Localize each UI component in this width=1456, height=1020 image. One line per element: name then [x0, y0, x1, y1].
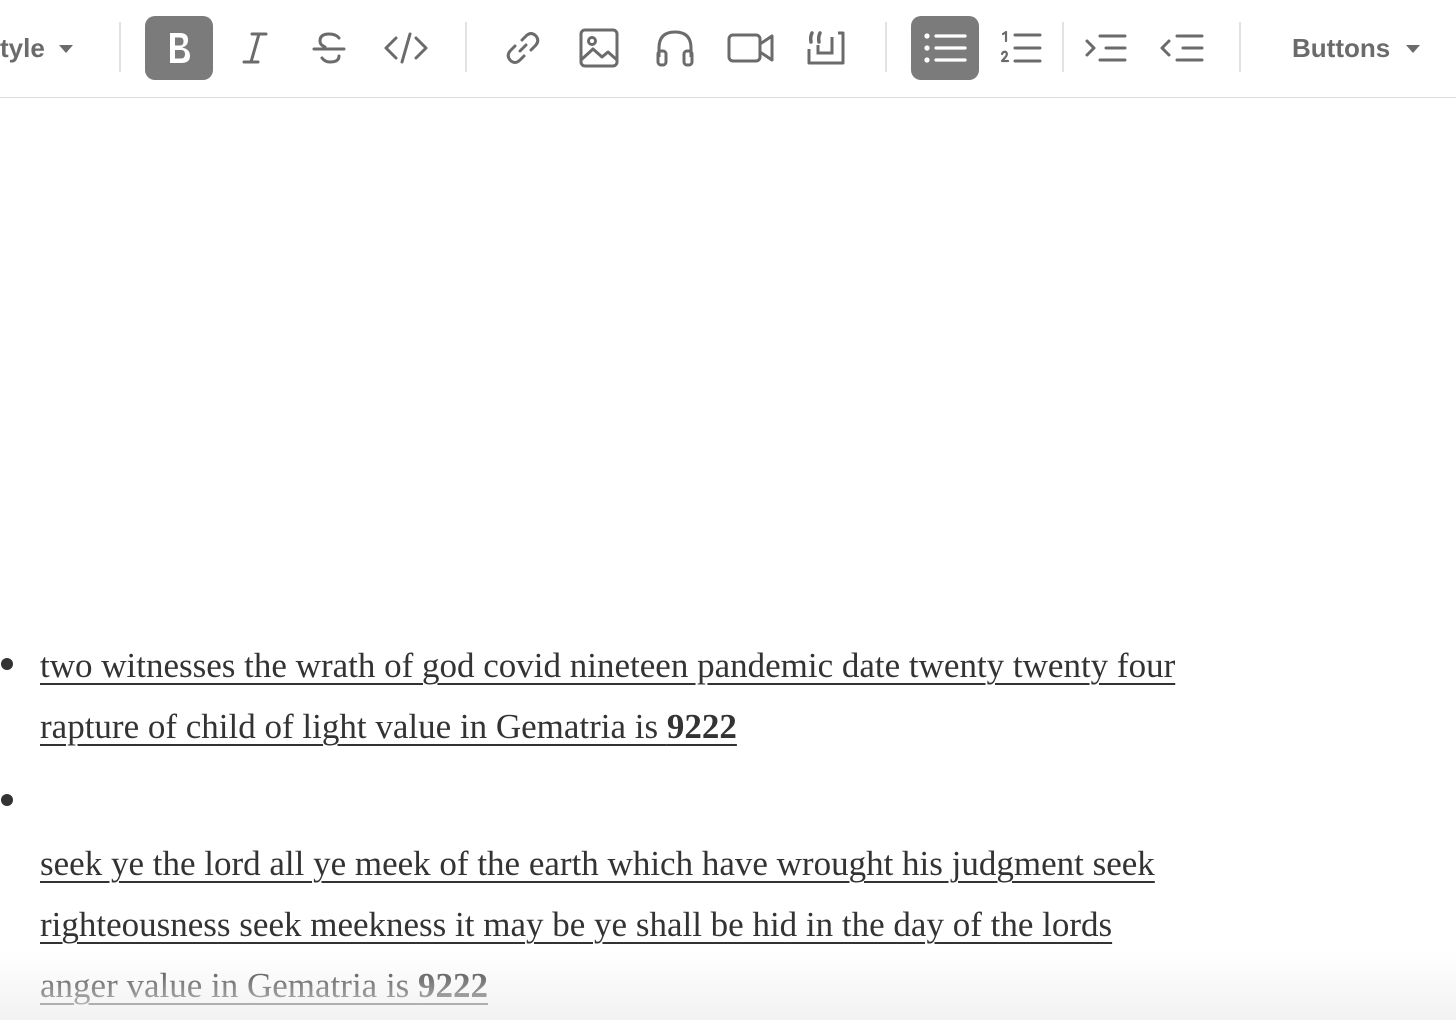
strikethrough-icon	[312, 32, 346, 64]
list-item-text: rapture of child of light value in Gemat…	[40, 707, 667, 746]
bullet-list-icon	[924, 33, 967, 63]
headphones-icon	[656, 30, 694, 67]
audio-button[interactable]	[641, 16, 709, 80]
image-button[interactable]	[565, 16, 633, 80]
toolbar-divider	[1062, 22, 1064, 72]
code-button[interactable]	[372, 16, 440, 80]
list-item[interactable]: two witnesses the wrath of god covid nin…	[40, 635, 1175, 757]
toolbar-divider	[465, 22, 467, 72]
chevron-down-icon	[1406, 45, 1421, 53]
buttons-dropdown-label: Buttons	[1292, 32, 1391, 63]
indent-button[interactable]	[1072, 16, 1140, 80]
bullet-list-button[interactable]	[911, 16, 979, 80]
link-button[interactable]	[489, 16, 557, 80]
link-icon	[506, 32, 540, 64]
list-bullet	[1, 658, 13, 670]
code-icon	[384, 32, 428, 64]
list-item[interactable]: seek ye the lord all ye meek of the eart…	[40, 833, 1155, 1016]
pullquote-button[interactable]	[792, 16, 860, 80]
toolbar-divider	[1239, 22, 1241, 72]
video-button[interactable]	[717, 16, 785, 80]
numbered-list-icon	[1000, 30, 1042, 63]
list-item-text: righteousness seek meekness it may be ye…	[40, 905, 1113, 944]
list-bullet	[1, 794, 13, 806]
text-style-dropdown[interactable]: tyle	[0, 30, 73, 66]
quote-icon	[807, 31, 845, 65]
list-item-text: seek ye the lord all ye meek of the eart…	[40, 844, 1155, 883]
list-item-text: anger value in Gematria is	[40, 966, 419, 1005]
video-icon	[727, 33, 774, 63]
gematria-value: 9222	[418, 966, 489, 1005]
list-item-text: two witnesses the wrath of god covid nin…	[40, 646, 1176, 685]
toolbar-divider	[119, 22, 121, 72]
outdent-button[interactable]	[1148, 16, 1216, 80]
italic-icon	[242, 32, 268, 64]
strikethrough-button[interactable]	[295, 16, 363, 80]
outdent-icon	[1160, 34, 1204, 62]
italic-button[interactable]	[221, 16, 289, 80]
bold-icon	[170, 33, 190, 63]
bold-button[interactable]	[145, 16, 213, 80]
chevron-down-icon	[58, 45, 73, 53]
editor-content[interactable]: two witnesses the wrath of god covid nin…	[0, 98, 1456, 1020]
gematria-value: 9222	[666, 707, 737, 746]
buttons-dropdown[interactable]: Buttons	[1292, 30, 1421, 66]
image-icon	[579, 28, 619, 68]
text-style-label: tyle	[0, 32, 45, 63]
indent-icon	[1085, 34, 1127, 62]
editor-toolbar: tyle Buttons	[0, 0, 1456, 98]
toolbar-divider	[885, 22, 887, 72]
numbered-list-button[interactable]	[987, 16, 1055, 80]
